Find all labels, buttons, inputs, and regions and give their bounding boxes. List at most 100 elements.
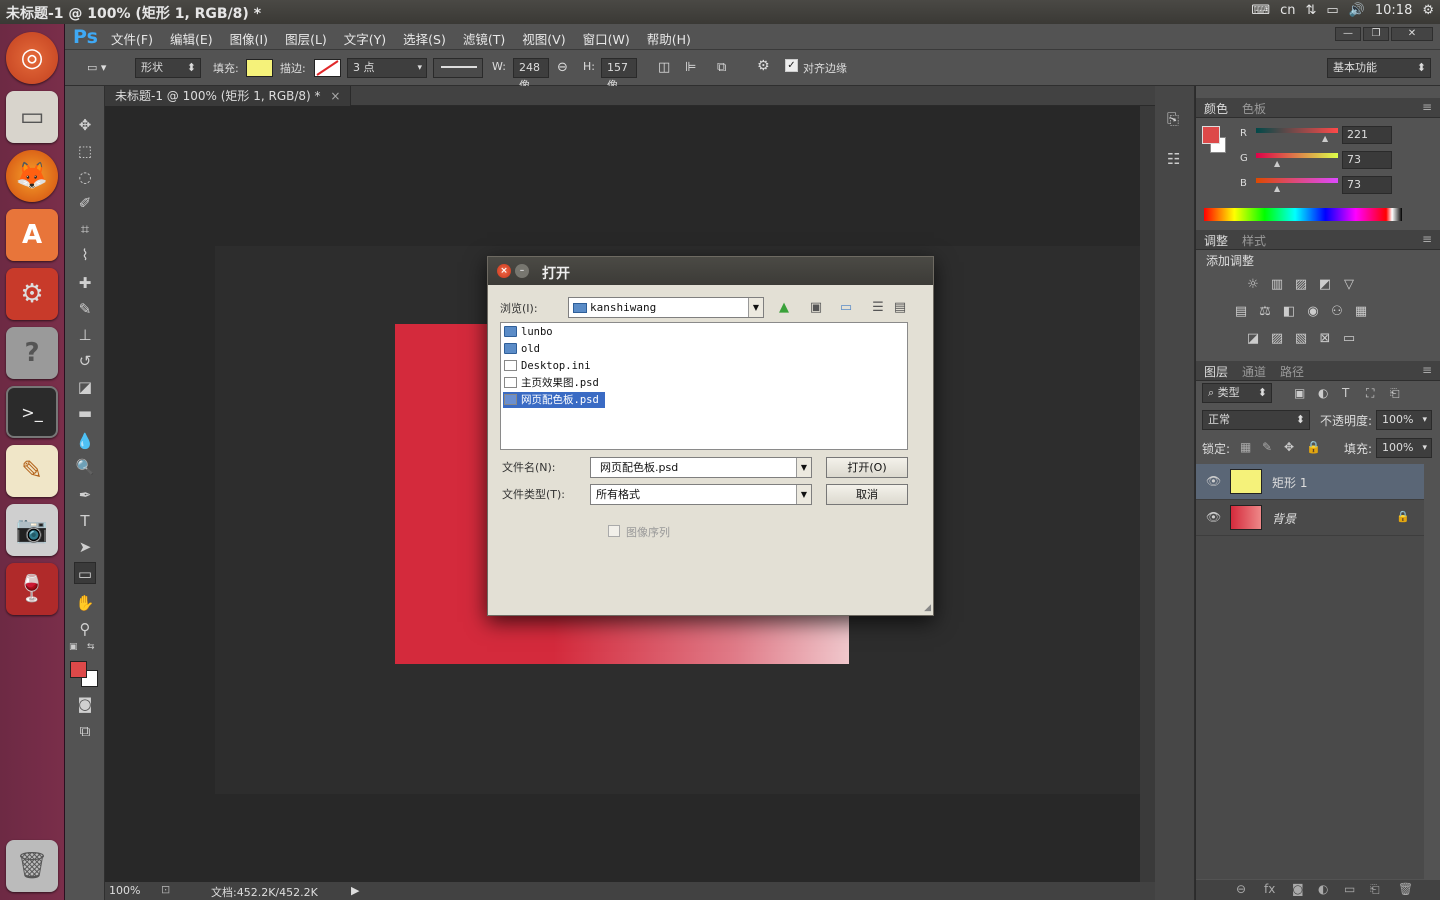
selective-color-icon[interactable]: ⊠ xyxy=(1316,332,1334,346)
keyboard-icon[interactable]: ⌨ xyxy=(1251,3,1270,18)
file-item[interactable]: 主页效果图.psd xyxy=(503,375,605,391)
filter-pixel-icon[interactable]: ▣ xyxy=(1294,386,1305,400)
panel-menu-icon[interactable]: ≡ xyxy=(1422,232,1432,246)
panel-menu-icon[interactable]: ≡ xyxy=(1422,100,1432,114)
quick-select-tool-icon[interactable]: ✐ xyxy=(74,192,96,214)
color-fg-swatch[interactable] xyxy=(1202,126,1220,144)
color-lookup-icon[interactable]: ▦ xyxy=(1352,305,1370,319)
layer-name[interactable]: 背景 xyxy=(1272,510,1296,527)
zoom-tool-icon[interactable]: ⚲ xyxy=(74,618,96,640)
tab-channels[interactable]: 通道 xyxy=(1242,363,1266,380)
hand-tool-icon[interactable]: ✋ xyxy=(74,592,96,614)
photo-filter-icon[interactable]: ◉ xyxy=(1304,305,1322,319)
gear-icon[interactable]: ⚙ xyxy=(757,58,770,74)
document-tab-close[interactable]: × xyxy=(330,89,340,103)
hue-saturation-icon[interactable]: ▤ xyxy=(1232,305,1250,319)
r-slider[interactable] xyxy=(1256,128,1338,133)
resize-grip-icon[interactable]: ◢ xyxy=(924,603,931,613)
link-dimensions-icon[interactable]: ⊖ xyxy=(557,60,568,75)
levels-adjust-icon[interactable]: ▥ xyxy=(1268,278,1286,292)
threshold-icon[interactable]: ▧ xyxy=(1292,332,1310,346)
delete-layer-icon[interactable]: 🗑 xyxy=(1398,882,1413,896)
lasso-tool-icon[interactable]: ◌ xyxy=(74,166,96,188)
swap-colors-icon[interactable]: ⇆ xyxy=(87,642,95,652)
eraser-tool-icon[interactable]: ◪ xyxy=(74,376,96,398)
exposure-adjust-icon[interactable]: ◩ xyxy=(1316,278,1334,292)
g-value[interactable]: 73 xyxy=(1342,151,1392,169)
tab-styles[interactable]: 样式 xyxy=(1242,232,1266,249)
screen-mode-icon[interactable]: ⧉ xyxy=(74,720,96,742)
software-center-icon[interactable]: A xyxy=(6,209,58,261)
gradient-tool-icon[interactable]: ▬ xyxy=(74,402,96,424)
up-folder-icon[interactable]: ▲ xyxy=(774,299,794,317)
visibility-eye-icon[interactable]: 👁 xyxy=(1206,474,1221,488)
color-spectrum-bar[interactable] xyxy=(1204,208,1402,221)
tab-paths[interactable]: 路径 xyxy=(1280,363,1304,380)
b-slider[interactable] xyxy=(1256,178,1338,183)
status-info-icon[interactable]: ⊡ xyxy=(161,883,170,896)
quick-mask-icon[interactable]: ◙ xyxy=(74,693,96,715)
vibrance-adjust-icon[interactable]: ▽ xyxy=(1340,278,1358,292)
dialog-minimize-icon[interactable]: – xyxy=(515,264,529,278)
path-arrangement-icon[interactable]: ⧉ xyxy=(717,60,726,75)
brightness-adjust-icon[interactable]: ☼ xyxy=(1244,278,1262,292)
camera-icon[interactable]: 📷 xyxy=(6,504,58,556)
menu-window[interactable]: 窗口(W) xyxy=(583,29,630,48)
g-slider-thumb[interactable]: ▲ xyxy=(1274,159,1280,168)
b-value[interactable]: 73 xyxy=(1342,176,1392,194)
lock-position-icon[interactable]: ✥ xyxy=(1284,440,1294,454)
tool-mode-select[interactable]: 形状 ⬍ xyxy=(135,58,201,78)
ubuntu-dash-icon[interactable]: ◎ xyxy=(6,32,58,84)
new-layer-icon[interactable]: ⎗ xyxy=(1370,882,1380,897)
layer-row[interactable]: 👁 背景 🔒 xyxy=(1196,500,1424,536)
lock-transparent-icon[interactable]: ▦ xyxy=(1240,440,1251,454)
file-item[interactable]: old xyxy=(503,341,546,357)
color-balance-icon[interactable]: ⚖ xyxy=(1256,305,1274,319)
crop-tool-icon[interactable]: ⌗ xyxy=(74,218,96,240)
path-selection-tool-icon[interactable]: ➤ xyxy=(74,536,96,558)
open-button[interactable]: 打开(O) xyxy=(826,457,908,478)
healing-brush-tool-icon[interactable]: ✚ xyxy=(74,272,96,294)
filetype-select[interactable]: 所有格式 ▼ xyxy=(590,484,812,505)
posterize-icon[interactable]: ▨ xyxy=(1268,332,1286,346)
lock-image-icon[interactable]: ✎ xyxy=(1262,440,1272,454)
lock-all-icon[interactable]: 🔒 xyxy=(1306,440,1321,454)
help-icon[interactable]: ? xyxy=(6,327,58,379)
status-menu-arrow-icon[interactable]: ▶ xyxy=(351,884,359,897)
black-white-icon[interactable]: ◧ xyxy=(1280,305,1298,319)
b-slider-thumb[interactable]: ▲ xyxy=(1274,184,1280,193)
tab-color[interactable]: 颜色 xyxy=(1204,100,1228,117)
brush-tool-icon[interactable]: ✎ xyxy=(74,298,96,320)
battery-icon[interactable]: ▭ xyxy=(1326,3,1338,18)
r-slider-thumb[interactable]: ▲ xyxy=(1322,134,1328,143)
image-sequence-checkbox[interactable] xyxy=(608,525,620,537)
opacity-field[interactable]: 100% ▾ xyxy=(1376,410,1432,430)
default-colors-icon[interactable]: ▣ xyxy=(69,642,78,652)
invert-icon[interactable]: ◪ xyxy=(1244,332,1262,346)
list-view-icon[interactable]: ☰ xyxy=(868,299,888,317)
panel-menu-icon[interactable]: ≡ xyxy=(1422,363,1432,377)
file-manager-icon[interactable]: ▭ xyxy=(6,91,58,143)
wine-icon[interactable]: 🍷 xyxy=(6,563,58,615)
r-value[interactable]: 221 xyxy=(1342,126,1392,144)
vertical-scrollbar[interactable] xyxy=(1140,106,1155,882)
zoom-level[interactable]: 100% xyxy=(109,884,140,897)
network-icon[interactable]: ⇅ xyxy=(1305,3,1316,18)
volume-icon[interactable]: 🔊 xyxy=(1349,3,1365,18)
firefox-icon[interactable]: 🦊 xyxy=(6,150,58,202)
clock[interactable]: 10:18 xyxy=(1375,3,1412,18)
look-in-select[interactable]: kanshiwang ▼ xyxy=(568,297,764,318)
rectangle-tool-icon[interactable]: ▭ xyxy=(74,562,96,584)
close-button[interactable]: ✕ xyxy=(1391,27,1433,41)
menu-layer[interactable]: 图层(L) xyxy=(285,29,327,48)
filename-input[interactable]: 网页配色板.psd ▼ xyxy=(590,457,812,478)
cancel-button[interactable]: 取消 xyxy=(826,484,908,505)
channel-mixer-icon[interactable]: ⚇ xyxy=(1328,305,1346,319)
move-tool-icon[interactable]: ✥ xyxy=(74,114,96,136)
path-alignment-icon[interactable]: ⊫ xyxy=(685,60,696,75)
menu-image[interactable]: 图像(I) xyxy=(230,29,268,48)
menu-type[interactable]: 文字(Y) xyxy=(344,29,386,48)
pen-tool-icon[interactable]: ✒ xyxy=(74,484,96,506)
path-operations-icon[interactable]: ◫ xyxy=(658,60,670,75)
fill-field[interactable]: 100% ▾ xyxy=(1376,438,1432,458)
